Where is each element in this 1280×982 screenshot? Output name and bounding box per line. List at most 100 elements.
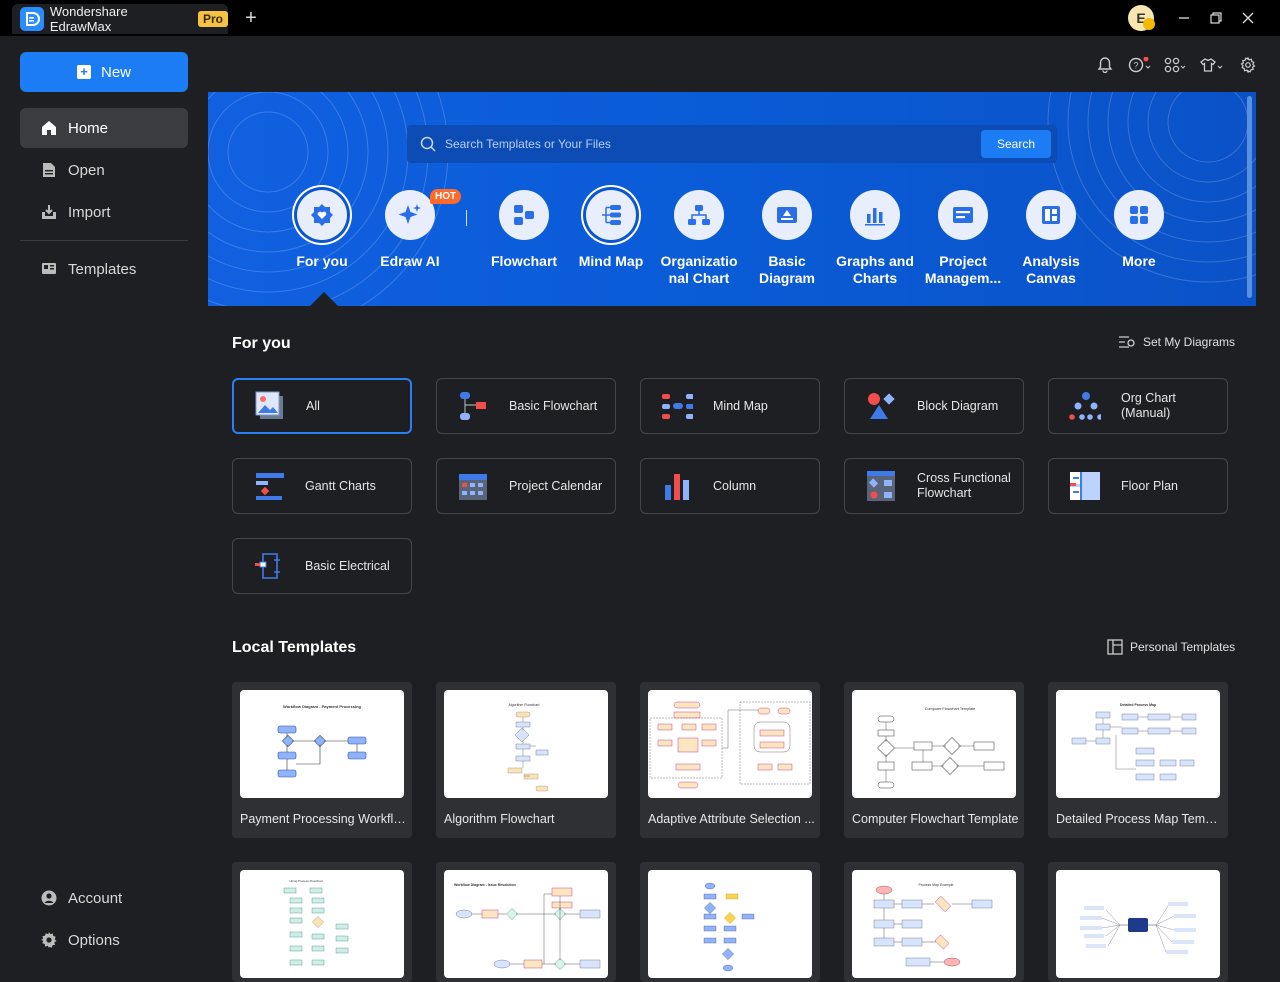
gear-icon [40, 931, 58, 949]
template-card[interactable] [640, 862, 820, 982]
pro-badge: Pro [197, 11, 228, 27]
type-card-block-diagram[interactable]: Block Diagram [844, 378, 1024, 434]
scrollbar[interactable] [1247, 96, 1252, 298]
type-card-label: Cross Functional Flowchart [917, 471, 1011, 500]
help-icon[interactable]: ? [1128, 54, 1154, 76]
account-icon [40, 889, 58, 907]
template-card[interactable]: Detailed Process Map Detailed Process Ma… [1048, 682, 1228, 838]
hot-badge: HOT [430, 189, 462, 204]
category-project-management[interactable]: Project Managem... [919, 190, 1007, 287]
type-card-cross-functional-flowchart[interactable]: Cross Functional Flowchart [844, 458, 1024, 514]
sidebar-item-account[interactable]: Account [20, 878, 188, 918]
floor-plan-icon [1069, 470, 1101, 502]
type-card-floor-plan[interactable]: Floor Plan [1048, 458, 1228, 514]
type-card-org-chart-manual[interactable]: Org Chart (Manual) [1048, 378, 1228, 434]
template-card[interactable] [1048, 862, 1228, 982]
restore-icon[interactable] [1206, 8, 1226, 28]
category-label: Graphs and Charts [836, 253, 914, 286]
template-card[interactable]: Workflow Diagram - Issue Resolution [436, 862, 616, 982]
swimlane-icon [865, 470, 897, 502]
template-label: Computer Flowchart Template [852, 812, 1019, 826]
apps-grid-icon[interactable] [1164, 54, 1190, 76]
type-card-label: Basic Flowchart [509, 398, 598, 413]
home-icon [40, 119, 58, 137]
category-analysis-canvas[interactable]: Analysis Canvas [1007, 190, 1095, 287]
template-label: Adaptive Attribute Selection ... [648, 812, 815, 826]
personal-templates-link[interactable]: Personal Templates [1107, 639, 1235, 655]
category-for-you[interactable]: For you [278, 190, 366, 270]
sidebar-item-label: Open [68, 161, 105, 179]
type-card-gantt-charts[interactable]: Gantt Charts [232, 458, 412, 514]
template-card[interactable]: Hiring Process Flowchart [232, 862, 412, 982]
category-basic-diagram[interactable]: Basic Diagram [743, 190, 831, 287]
org-chart-icon [1069, 390, 1101, 422]
section-title-for-you: For you [232, 335, 291, 352]
sidebar-item-open[interactable]: Open [20, 150, 188, 190]
block-diagram-icon [865, 390, 897, 422]
category-graphs-and-charts[interactable]: Graphs and Charts [831, 190, 919, 287]
thumbnail-title: Algorithm Flowchart [509, 703, 540, 707]
sidebar-item-import[interactable]: Import [20, 192, 188, 232]
search-bar[interactable]: Search Templates or Your Files Search [407, 125, 1057, 163]
type-card-label: Gantt Charts [305, 478, 376, 493]
sidebar-item-templates[interactable]: Templates [20, 249, 188, 289]
category-label: For you [296, 253, 348, 269]
template-thumbnail: Workflow Diagram - Payment Processing [240, 690, 404, 798]
app-tab[interactable]: Wondershare EdrawMax Pro [12, 4, 228, 34]
org-chart-icon [674, 190, 724, 240]
ai-sparkle-icon [385, 190, 435, 240]
category-mind-map[interactable]: Mind Map [567, 190, 655, 270]
sidebar-item-label: Import [68, 203, 111, 221]
template-card[interactable]: Algorithm Flowchart Algorithm Flowchart [436, 682, 616, 838]
type-card-label: Project Calendar [509, 478, 603, 493]
type-card-project-calendar[interactable]: Project Calendar [436, 458, 616, 514]
category-label: Basic Diagram [758, 253, 816, 286]
set-my-diagrams-link[interactable]: Set My Diagrams [1118, 335, 1235, 349]
type-card-mind-map[interactable]: Mind Map [640, 378, 820, 434]
search-button[interactable]: Search [981, 130, 1051, 158]
type-card-basic-electrical[interactable]: Basic Electrical [232, 538, 412, 594]
theme-shirt-icon[interactable] [1200, 54, 1226, 76]
all-images-icon [254, 390, 286, 422]
link-label: Set My Diagrams [1143, 335, 1236, 349]
sidebar-item-label: Home [68, 119, 109, 137]
type-card-basic-flowchart[interactable]: Basic Flowchart [436, 378, 616, 434]
template-card[interactable]: Process Map Example [844, 862, 1024, 982]
search-input[interactable]: Search Templates or Your Files [445, 137, 981, 151]
category-more[interactable]: More [1095, 190, 1183, 270]
template-thumbnail [648, 690, 812, 798]
gantt-chart-icon [253, 470, 285, 502]
type-card-label: Org Chart (Manual) [1121, 391, 1176, 420]
more-apps-icon [1114, 190, 1164, 240]
settings-gear-icon[interactable] [1237, 54, 1259, 76]
category-label: Analysis Canvas [1022, 253, 1080, 286]
hero-banner: Search Templates or Your Files Search Fo… [208, 92, 1256, 306]
category-flowchart[interactable]: Flowchart [480, 190, 568, 270]
minimize-icon[interactable] [1174, 8, 1194, 28]
template-card[interactable]: Computer Flowchart Template Computer Flo… [844, 682, 1024, 838]
calendar-icon [457, 470, 489, 502]
type-card-label: Basic Electrical [305, 558, 390, 573]
new-button[interactable]: + New [20, 52, 188, 92]
category-org-chart[interactable]: Organizatio nal Chart [655, 190, 743, 287]
type-card-label: Block Diagram [917, 398, 999, 413]
type-card-all[interactable]: All [232, 378, 412, 434]
templates-icon [40, 260, 58, 278]
electrical-circuit-icon [253, 550, 285, 582]
notification-bell-icon[interactable] [1094, 54, 1116, 76]
thumbnail-title: Workflow Diagram - Issue Resolution [454, 883, 516, 887]
basic-diagram-icon [762, 190, 812, 240]
template-card[interactable]: Adaptive Attribute Selection ... [640, 682, 820, 838]
close-icon[interactable] [1238, 8, 1258, 28]
sidebar-item-home[interactable]: Home [20, 108, 188, 148]
sidebar-item-options[interactable]: Options [20, 920, 188, 960]
search-icon [420, 136, 436, 152]
app-title: Wondershare EdrawMax [49, 4, 128, 34]
sidebar: + New Home Open Import Templates Account… [0, 36, 208, 976]
template-card[interactable]: Workflow Diagram - Payment Processing Pa… [232, 682, 412, 838]
type-card-column[interactable]: Column [640, 458, 820, 514]
new-tab-plus-icon[interactable]: + [241, 8, 261, 28]
template-thumbnail: Detailed Process Map [1056, 690, 1220, 798]
plus-icon: + [76, 65, 91, 79]
template-thumbnail: Process Map Example [852, 870, 1016, 978]
